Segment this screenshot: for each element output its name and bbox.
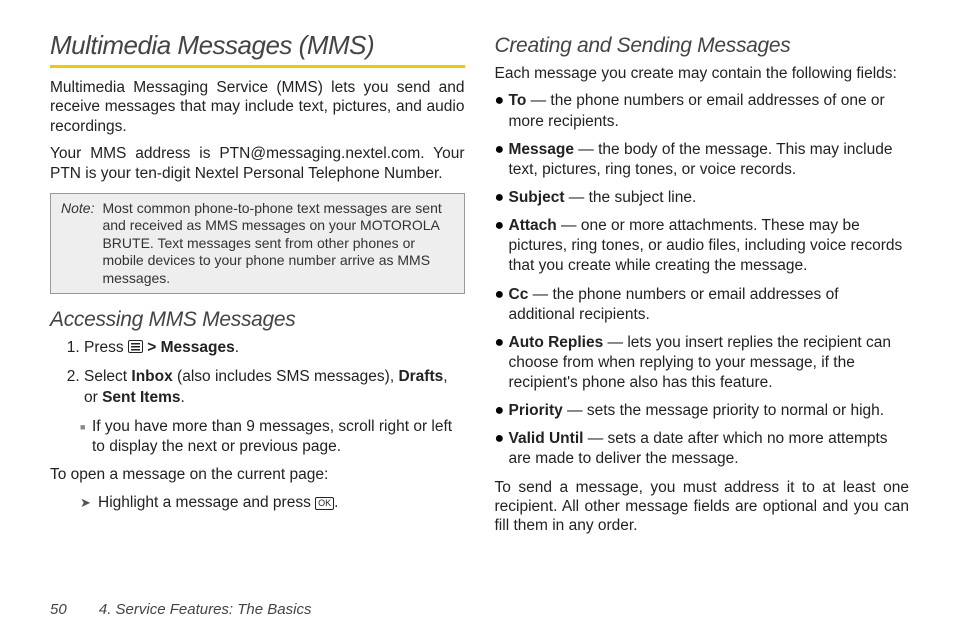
bullet-icon: ●: [495, 190, 509, 210]
note-box: Note: Most common phone-to-phone text me…: [50, 193, 465, 295]
right-column: Creating and Sending Messages Each messa…: [495, 30, 910, 616]
arrow-icon: ➤: [80, 495, 98, 515]
step-2-a: Select: [84, 368, 131, 385]
fields-intro: Each message you create may contain the …: [495, 64, 910, 83]
page-number: 50: [50, 601, 67, 618]
step-1-pre: Press: [84, 339, 128, 356]
fields-list: ●To — the phone numbers or email address…: [495, 91, 910, 469]
field-text: — the phone numbers or email addresses o…: [509, 92, 885, 129]
step-2-c: (also includes SMS messages),: [173, 368, 399, 385]
footer-section: 4. Service Features: The Basics: [99, 601, 312, 618]
field-label: Valid Until: [509, 430, 584, 447]
bullet-icon: ●: [495, 93, 509, 133]
square-bullet-icon: ■: [80, 422, 92, 462]
field-text: — the phone numbers or email addresses o…: [509, 286, 839, 323]
field-valid-until: ●Valid Until — sets a date after which n…: [495, 429, 910, 469]
field-label: Message: [509, 141, 574, 158]
field-label: Auto Replies: [509, 334, 604, 351]
arrow-text-b: .: [334, 494, 338, 511]
note-label: Note:: [61, 200, 94, 288]
sub-bullet: ■ If you have more than 9 messages, scro…: [80, 417, 465, 457]
title-rule: [50, 65, 465, 68]
field-message: ●Message — the body of the message. This…: [495, 140, 910, 180]
page-footer: 50 4. Service Features: The Basics: [50, 601, 311, 618]
page: Multimedia Messages (MMS) Multimedia Mes…: [0, 0, 954, 636]
field-label: Attach: [509, 217, 557, 234]
field-priority: ●Priority — sets the message priority to…: [495, 401, 910, 421]
open-message-intro: To open a message on the current page:: [50, 465, 465, 484]
field-subject: ●Subject — the subject line.: [495, 188, 910, 208]
section-title: Multimedia Messages (MMS): [50, 30, 465, 61]
step-1: Press > Messages.: [84, 338, 465, 359]
bullet-icon: ●: [495, 431, 509, 471]
sub-bullet-text: If you have more than 9 messages, scroll…: [92, 417, 465, 457]
arrow-text: Highlight a message and press OK.: [98, 493, 338, 513]
step-2: Select Inbox (also includes SMS messages…: [84, 367, 465, 409]
field-auto-replies: ●Auto Replies — lets you insert replies …: [495, 333, 910, 393]
step-2-g: .: [180, 389, 184, 406]
arrow-text-a: Highlight a message and press: [98, 494, 315, 511]
field-label: Subject: [509, 189, 565, 206]
bullet-icon: ●: [495, 218, 509, 278]
bullet-icon: ●: [495, 142, 509, 182]
bullet-icon: ●: [495, 335, 509, 395]
arrow-bullet: ➤ Highlight a message and press OK.: [80, 493, 465, 513]
intro-paragraph-1: Multimedia Messaging Service (MMS) lets …: [50, 78, 465, 136]
steps-list: Press > Messages. Select Inbox (also inc…: [50, 338, 465, 409]
outro-paragraph: To send a message, you must address it t…: [495, 478, 910, 536]
field-to: ●To — the phone numbers or email address…: [495, 91, 910, 131]
step-1-target: Messages: [161, 339, 235, 356]
menu-icon: [128, 340, 143, 353]
left-column: Multimedia Messages (MMS) Multimedia Mes…: [50, 30, 465, 616]
field-label: To: [509, 92, 527, 109]
intro-paragraph-2: Your MMS address is PTN@messaging.nextel…: [50, 144, 465, 183]
step-2-inbox: Inbox: [131, 368, 172, 385]
field-cc: ●Cc — the phone numbers or email address…: [495, 285, 910, 325]
nav-caret: >: [143, 339, 161, 356]
field-label: Priority: [509, 402, 563, 419]
step-2-drafts: Drafts: [398, 368, 443, 385]
ok-icon: OK: [315, 497, 334, 510]
subheading-creating: Creating and Sending Messages: [495, 34, 910, 58]
subheading-accessing: Accessing MMS Messages: [50, 308, 465, 332]
field-text: — one or more attachments. These may be …: [509, 217, 903, 274]
bullet-icon: ●: [495, 287, 509, 327]
note-text: Most common phone-to-phone text messages…: [102, 200, 453, 288]
step-1-post: .: [235, 339, 239, 356]
field-text: — sets the message priority to normal or…: [563, 402, 884, 419]
step-2-sent: Sent Items: [102, 389, 180, 406]
field-text: — the subject line.: [564, 189, 696, 206]
field-attach: ●Attach — one or more attachments. These…: [495, 216, 910, 276]
field-label: Cc: [509, 286, 529, 303]
bullet-icon: ●: [495, 403, 509, 423]
